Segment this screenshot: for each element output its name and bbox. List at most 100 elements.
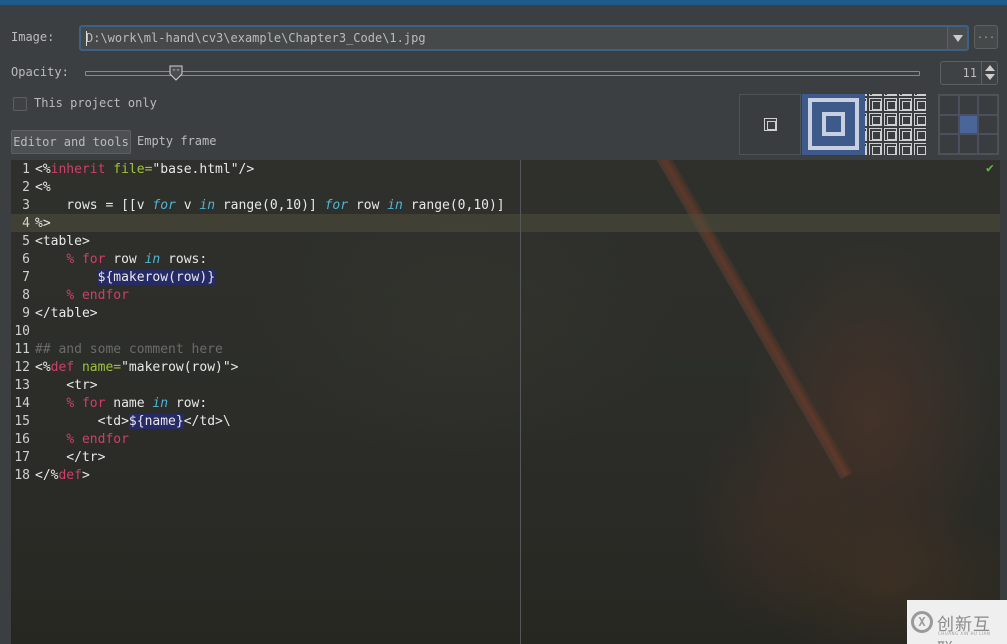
this-project-only-checkbox[interactable] <box>13 97 27 111</box>
tab-empty-frame[interactable]: Empty frame <box>137 130 216 154</box>
code-line[interactable]: 7 ${makerow(row)} <box>11 269 505 287</box>
code-token: ${name} <box>128 414 184 429</box>
code-line[interactable]: 5 <table> <box>11 233 505 251</box>
tile-image-icon <box>884 128 897 141</box>
line-number: 7 <box>22 270 30 285</box>
code-line[interactable]: 17 </tr> <box>11 449 505 467</box>
tile-image-icon <box>914 94 926 96</box>
code-line[interactable]: 6 % for row in rows: <box>11 251 505 269</box>
image-path-input[interactable]: D:\work\ml-hand\cv3\example\Chapter3_Cod… <box>86 31 426 45</box>
code-token: <% <box>35 360 51 375</box>
image-anchor-grid[interactable] <box>938 94 999 155</box>
anchor-top-left[interactable] <box>939 95 959 115</box>
code-line[interactable]: 4 %> <box>11 215 505 233</box>
code-token: v <box>175 198 200 213</box>
code-token: ## and some comment here <box>35 342 223 357</box>
code-token: <% <box>35 180 51 195</box>
image-style-tile-option[interactable] <box>865 94 926 155</box>
opacity-value[interactable]: 11 <box>963 66 977 80</box>
code-line[interactable]: 3 rows = [[v for v in range(0,10)] for r… <box>11 197 505 215</box>
code-token: row: <box>168 396 208 411</box>
code-line[interactable]: 18 </%def> <box>11 467 505 485</box>
image-style-scale-option[interactable] <box>802 94 865 155</box>
code-content[interactable]: 1 <%inherit file="base.html"/> 2 <% 3 rows =… <box>11 161 505 485</box>
vertical-scrollbar[interactable] <box>1000 160 1007 644</box>
code-line[interactable]: 14 % for name in row: <box>11 395 505 413</box>
tile-image-icon <box>865 128 867 141</box>
tile-image-icon <box>869 113 882 126</box>
code-token: for <box>324 198 349 213</box>
line-number: 15 <box>14 414 30 429</box>
code-line[interactable]: 10 <box>11 323 505 341</box>
watermark: X 创新互联 CHUANG XIN HU LIAN <box>907 600 1007 644</box>
tile-image-icon <box>884 113 897 126</box>
image-style-center-option[interactable] <box>739 94 801 155</box>
code-line[interactable]: 15 <td>${name}</td>\ <box>11 413 505 431</box>
code-token: % endfor <box>66 432 129 447</box>
code-token: in <box>387 198 403 213</box>
code-line[interactable]: 8 % endfor <box>11 287 505 305</box>
line-number: 2 <box>22 180 30 195</box>
anchor-right[interactable] <box>978 114 998 135</box>
image-path-combobox[interactable]: D:\work\ml-hand\cv3\example\Chapter3_Cod… <box>79 25 969 51</box>
code-line[interactable]: 12 <%def name="makerow(row)"> <box>11 359 505 377</box>
code-token: in <box>199 198 216 213</box>
code-token: <% <box>35 162 51 177</box>
code-token: > <box>81 468 90 483</box>
tile-image-icon <box>899 113 912 126</box>
code-token: def <box>50 360 75 375</box>
anchor-top[interactable] <box>958 95 979 115</box>
code-token: name= <box>81 360 122 375</box>
tile-image-icon <box>884 98 897 111</box>
code-token: range(0,10)] <box>402 198 505 213</box>
line-number: 10 <box>14 324 30 339</box>
tile-image-icon <box>914 113 926 126</box>
opacity-slider-thumb[interactable] <box>168 65 184 81</box>
code-line[interactable]: 1 <%inherit file="base.html"/> <box>11 161 505 179</box>
browse-button[interactable]: ... <box>974 25 998 49</box>
anchor-left[interactable] <box>939 114 959 135</box>
code-editor-preview[interactable]: 1 <%inherit file="base.html"/> 2 <% 3 rows =… <box>11 160 1007 644</box>
opacity-spinner[interactable]: 11 <box>940 61 998 85</box>
spinner-up-icon[interactable] <box>985 65 995 71</box>
anchor-center[interactable] <box>958 114 979 135</box>
code-token: %> <box>35 216 51 231</box>
code-line[interactable]: 13 <tr> <box>11 377 505 395</box>
code-line[interactable]: 16 % endfor <box>11 431 505 449</box>
code-token: "makerow(row)"> <box>121 360 239 375</box>
spinner-down-icon[interactable] <box>985 74 995 80</box>
check-icon: ✔ <box>986 161 994 176</box>
spinner-arrows[interactable] <box>981 62 997 84</box>
line-number: 12 <box>14 360 30 375</box>
watermark-text: 创新互联 <box>937 615 991 644</box>
code-line[interactable]: 11 ## and some comment here <box>11 341 505 359</box>
anchor-bottom-right[interactable] <box>978 134 998 154</box>
anchor-bottom-left[interactable] <box>939 134 959 154</box>
image-label: Image: <box>11 30 55 44</box>
code-token: row <box>105 252 145 267</box>
this-project-only-label[interactable]: This project only <box>34 96 157 110</box>
center-image-icon <box>764 118 777 131</box>
code-token: name <box>105 396 153 411</box>
opacity-slider[interactable] <box>85 71 920 76</box>
code-line[interactable]: 9 </table> <box>11 305 505 323</box>
tile-image-icon <box>865 94 867 96</box>
code-token: </table> <box>35 306 98 321</box>
code-token: rows = [[v <box>35 198 153 213</box>
code-token: def <box>58 468 82 483</box>
anchor-bottom[interactable] <box>958 134 979 154</box>
tile-image-icon <box>865 98 867 111</box>
line-number: 18 <box>14 468 30 483</box>
line-number: 9 <box>22 306 30 321</box>
code-token: <td> <box>35 414 129 429</box>
tab-editor-and-tools[interactable]: Editor and tools <box>11 130 131 154</box>
watermark-logo-icon: X <box>911 611 933 633</box>
image-path-dropdown-button[interactable] <box>947 27 967 49</box>
code-line[interactable]: 2 <% <box>11 179 505 197</box>
chevron-down-icon <box>953 35 963 42</box>
anchor-top-right[interactable] <box>978 95 998 115</box>
